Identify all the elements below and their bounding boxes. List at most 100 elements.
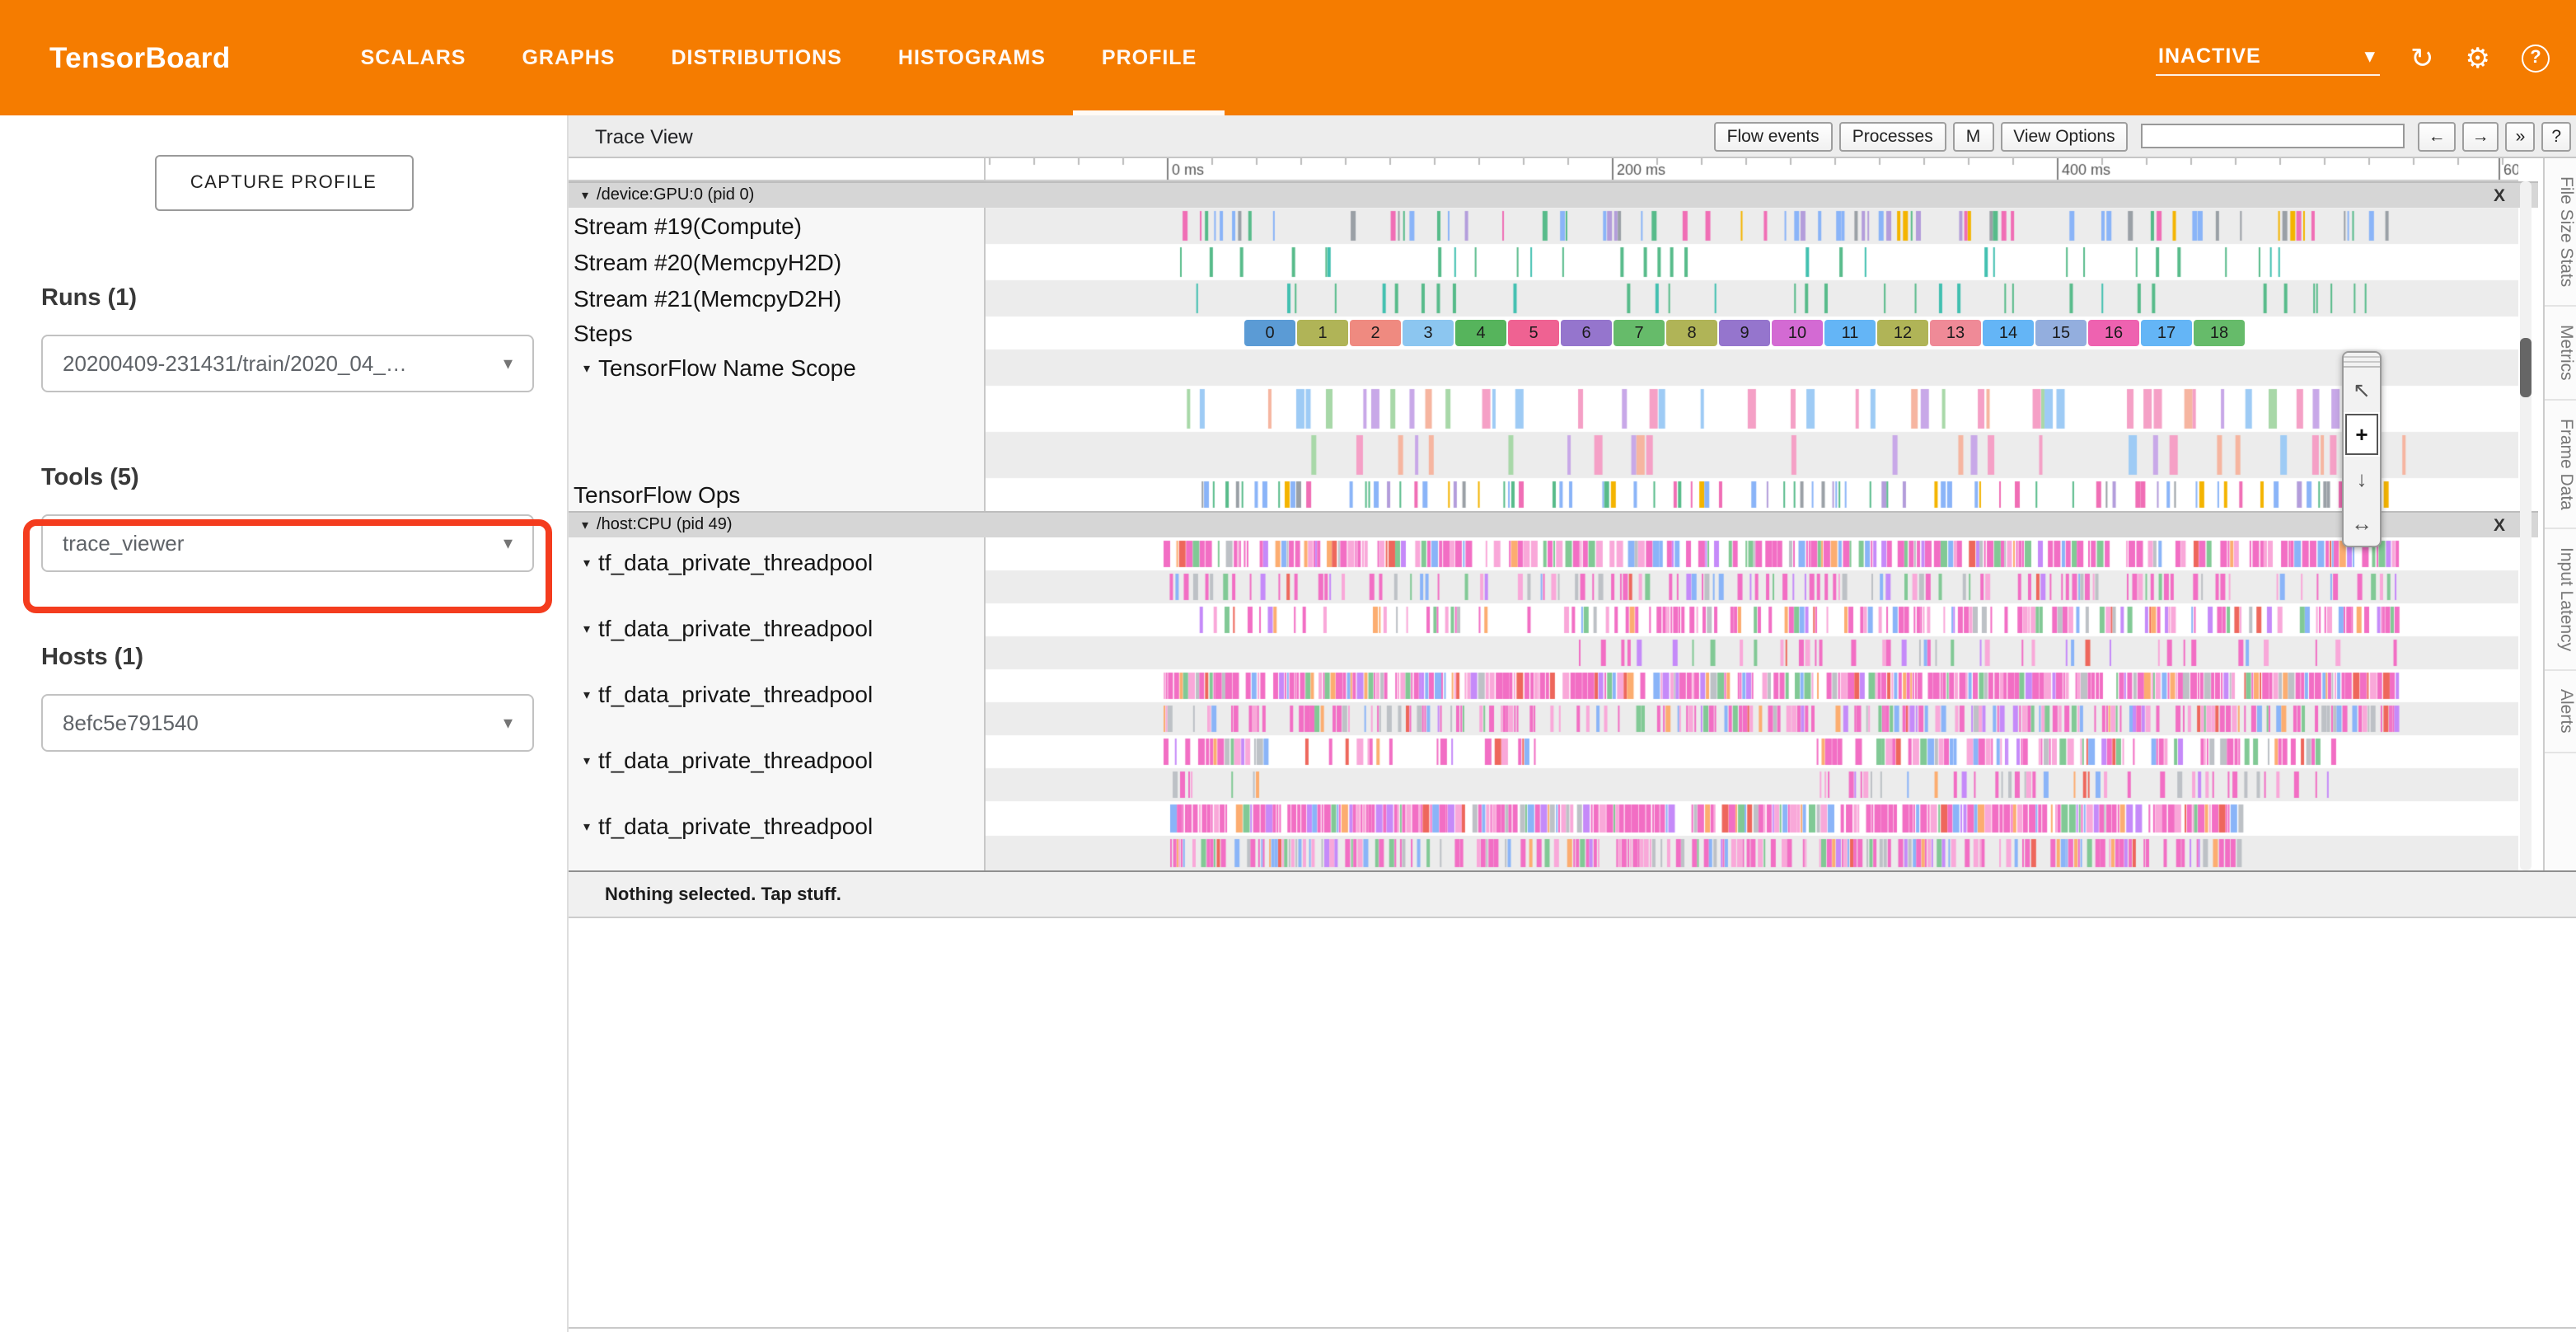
tool-palette: ↖ + ↓ ↔ bbox=[2342, 351, 2382, 547]
ruler-spacer bbox=[569, 158, 986, 181]
flow-events-button[interactable]: Flow events bbox=[1714, 121, 1833, 151]
metadata-button[interactable]: M bbox=[1953, 121, 1994, 151]
track-label-name-scope[interactable]: ▾TensorFlow Name Scope bbox=[574, 349, 856, 386]
app-logo: TensorBoard bbox=[49, 40, 231, 75]
tab-input-latency[interactable]: Input Latency bbox=[2545, 530, 2576, 672]
chevron-down-icon: ▾ bbox=[2364, 43, 2376, 68]
cpu-section-title: /host:CPU (pid 49) bbox=[597, 516, 733, 534]
gear-icon[interactable]: ⚙ bbox=[2466, 44, 2491, 72]
tab-metrics[interactable]: Metrics bbox=[2545, 307, 2576, 401]
step-block[interactable]: 13 bbox=[1930, 320, 1981, 346]
trace-toolbar-buttons: Flow events Processes M View Options ← →… bbox=[1714, 121, 2571, 151]
step-block[interactable]: 7 bbox=[1614, 320, 1665, 346]
collapse-triangle-icon[interactable]: ▾ bbox=[582, 518, 588, 532]
step-block[interactable]: 3 bbox=[1403, 320, 1454, 346]
hosts-group: Hosts (1) 8efc5e791540 ▾ bbox=[41, 645, 567, 752]
step-block[interactable]: 5 bbox=[1508, 320, 1559, 346]
processes-button[interactable]: Processes bbox=[1839, 121, 1946, 151]
step-block[interactable]: 8 bbox=[1666, 320, 1717, 346]
vertical-scrollbar[interactable] bbox=[2520, 181, 2532, 870]
tab-graphs[interactable]: GRAPHS bbox=[494, 0, 643, 115]
timing-tool-button[interactable]: ↔ bbox=[2344, 501, 2380, 546]
chevron-down-icon: ▾ bbox=[490, 353, 513, 374]
refresh-icon[interactable]: ↻ bbox=[2410, 44, 2434, 72]
tools-value: trace_viewer bbox=[63, 531, 184, 556]
nav-skip-button[interactable]: » bbox=[2506, 121, 2536, 151]
trace-view-panel: Trace View Flow events Processes M View … bbox=[569, 115, 2576, 1332]
track-label-threadpool-1[interactable]: ▾tf_data_private_threadpool bbox=[574, 547, 873, 577]
step-block[interactable]: 9 bbox=[1719, 320, 1770, 346]
gpu-section-header[interactable]: ▾ /device:GPU:0 (pid 0) X bbox=[569, 181, 2538, 208]
navbar-controls: INACTIVE ▾ ↻ ⚙ ? bbox=[2155, 40, 2550, 76]
collapse-triangle-icon[interactable]: ▾ bbox=[583, 621, 590, 636]
collapse-triangle-icon[interactable]: ▾ bbox=[583, 555, 590, 570]
track-label-stream19: Stream #19(Compute) bbox=[574, 208, 802, 244]
hosts-select[interactable]: 8efc5e791540 ▾ bbox=[41, 694, 534, 752]
tab-alerts[interactable]: Alerts bbox=[2545, 672, 2576, 754]
status-label: INACTIVE bbox=[2158, 44, 2261, 67]
cpu-section-header[interactable]: ▾ /host:CPU (pid 49) X bbox=[569, 511, 2538, 537]
hosts-value: 8efc5e791540 bbox=[63, 711, 199, 735]
runs-select[interactable]: 20200409-231431/train/2020_04_… ▾ bbox=[41, 335, 534, 392]
track-label-threadpool-2[interactable]: ▾tf_data_private_threadpool bbox=[574, 613, 873, 643]
right-tab-strip: File Size Stats Metrics Frame Data Input… bbox=[2543, 158, 2576, 870]
top-navbar: TensorBoard SCALARS GRAPHS DISTRIBUTIONS… bbox=[0, 0, 2576, 115]
selection-status: Nothing selected. Tap stuff. bbox=[569, 872, 2576, 918]
bottom-divider bbox=[569, 1327, 2576, 1329]
help-icon[interactable]: ? bbox=[2522, 44, 2550, 72]
nav-right-button[interactable]: → bbox=[2462, 121, 2499, 151]
collapse-triangle-icon[interactable]: ▾ bbox=[583, 818, 590, 833]
collapse-triangle-icon[interactable]: ▾ bbox=[583, 687, 590, 701]
view-options-button[interactable]: View Options bbox=[2000, 121, 2128, 151]
pan-tool-button[interactable]: + bbox=[2344, 412, 2380, 457]
track-label-stream20: Stream #20(MemcpyH2D) bbox=[574, 244, 841, 280]
trace-view-title: Trace View bbox=[595, 124, 693, 148]
track-label-threadpool-5[interactable]: ▾tf_data_private_threadpool bbox=[574, 811, 873, 841]
trace-help-button[interactable]: ? bbox=[2541, 121, 2571, 151]
step-block[interactable]: 1 bbox=[1297, 320, 1348, 346]
sidebar: CAPTURE PROFILE Runs (1) 20200409-231431… bbox=[0, 115, 569, 1332]
step-block[interactable]: 4 bbox=[1455, 320, 1506, 346]
step-block[interactable]: 17 bbox=[2141, 320, 2192, 346]
step-block[interactable]: 0 bbox=[1244, 320, 1295, 346]
step-block[interactable]: 18 bbox=[2194, 320, 2245, 346]
chevron-down-icon: ▾ bbox=[490, 712, 513, 734]
gpu-section-title: /device:GPU:0 (pid 0) bbox=[597, 186, 754, 204]
step-block[interactable]: 11 bbox=[1824, 320, 1876, 346]
hosts-label: Hosts (1) bbox=[41, 645, 567, 671]
status-dropdown[interactable]: INACTIVE ▾ bbox=[2155, 40, 2379, 76]
trace-filter-input[interactable] bbox=[2142, 124, 2405, 148]
scrollbar-thumb[interactable] bbox=[2520, 338, 2532, 397]
collapse-triangle-icon[interactable]: ▾ bbox=[582, 188, 588, 203]
tab-file-size-stats[interactable]: File Size Stats bbox=[2545, 158, 2576, 307]
step-block[interactable]: 16 bbox=[2088, 320, 2139, 346]
capture-profile-button[interactable]: CAPTURE PROFILE bbox=[154, 155, 413, 211]
tab-distributions[interactable]: DISTRIBUTIONS bbox=[643, 0, 869, 115]
collapse-triangle-icon[interactable]: ▾ bbox=[583, 753, 590, 767]
collapse-triangle-icon[interactable]: ▾ bbox=[583, 360, 590, 375]
analysis-panel: Nothing selected. Tap stuff. bbox=[569, 870, 2576, 1332]
tab-histograms[interactable]: HISTOGRAMS bbox=[870, 0, 1074, 115]
selection-tool-button[interactable]: ↖ bbox=[2344, 368, 2380, 412]
tab-scalars[interactable]: SCALARS bbox=[333, 0, 494, 115]
tab-frame-data[interactable]: Frame Data bbox=[2545, 401, 2576, 530]
track-label-threadpool-3[interactable]: ▾tf_data_private_threadpool bbox=[574, 679, 873, 709]
zoom-tool-button[interactable]: ↓ bbox=[2344, 457, 2380, 501]
runs-value: 20200409-231431/train/2020_04_… bbox=[63, 351, 407, 376]
step-block[interactable]: 10 bbox=[1772, 320, 1823, 346]
palette-drag-handle[interactable] bbox=[2344, 353, 2380, 368]
track-label-stream21: Stream #21(MemcpyD2H) bbox=[574, 280, 841, 317]
step-block[interactable]: 14 bbox=[1983, 320, 2034, 346]
runs-label: Runs (1) bbox=[41, 285, 567, 312]
tools-label: Tools (5) bbox=[41, 465, 567, 491]
step-block[interactable]: 12 bbox=[1877, 320, 1928, 346]
step-block[interactable]: 15 bbox=[2035, 320, 2087, 346]
track-label-threadpool-4[interactable]: ▾tf_data_private_threadpool bbox=[574, 745, 873, 775]
step-block[interactable]: 2 bbox=[1350, 320, 1401, 346]
nav-left-button[interactable]: ← bbox=[2419, 121, 2456, 151]
tools-select[interactable]: trace_viewer ▾ bbox=[41, 514, 534, 572]
step-block[interactable]: 6 bbox=[1561, 320, 1612, 346]
runs-group: Runs (1) 20200409-231431/train/2020_04_…… bbox=[41, 285, 567, 392]
tab-profile[interactable]: PROFILE bbox=[1074, 0, 1225, 115]
steps-row: 0123456789101112131415161718 bbox=[1244, 320, 2245, 346]
